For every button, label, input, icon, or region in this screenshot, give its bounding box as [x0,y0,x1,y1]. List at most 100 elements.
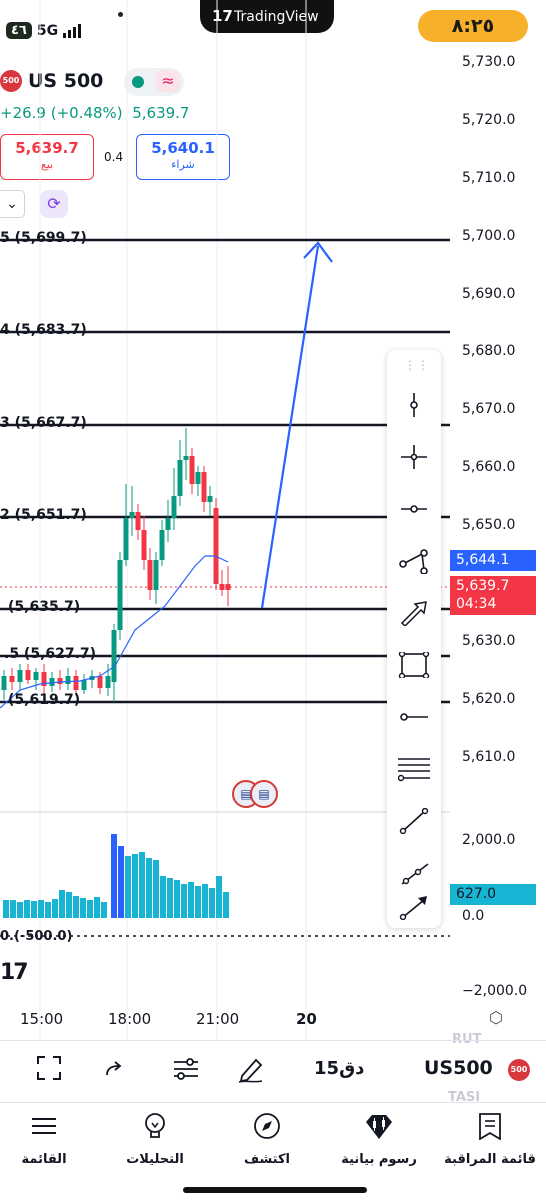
rectangle-tool[interactable] [387,640,441,690]
symbol-selector[interactable]: US500 [424,1057,493,1079]
fib-retracement-icon [398,758,430,782]
drawing-button[interactable] [236,1054,264,1088]
nav-menu[interactable]: القائمة [0,1112,92,1167]
candle-body [97,676,103,688]
candle-body [177,460,183,496]
watchlist-icon [479,1113,501,1141]
candle-body [141,530,147,560]
candle-body [9,676,15,682]
level-label: 5 (5,699.7) [0,230,87,246]
price-tick: 5,630.0 [462,633,516,649]
volume-bars [3,834,229,918]
volume-bar [118,846,124,918]
oscillator-tick: −2,000.0 [462,983,528,999]
candle-body [111,630,117,682]
candle-body [171,496,177,518]
candle-body [1,676,7,690]
us-flag-event-icon[interactable]: ▤ [250,780,278,808]
divider [0,1040,546,1041]
ideas-icon [145,1113,165,1138]
candle-body [153,560,159,590]
path-tool[interactable] [387,536,441,586]
home-indicator[interactable] [183,1187,367,1193]
candle-body [123,518,129,560]
candle-body [225,584,231,590]
level-label: 4 (5,683.7) [0,322,87,338]
candle-body [147,560,153,590]
volume-bar [125,856,131,918]
price-tick: 5,670.0 [462,401,516,417]
candle-body [135,512,141,530]
volume-bar [94,897,100,918]
candle-body [57,678,63,684]
nav-charts[interactable]: رسوم بيانية [331,1112,427,1167]
nav-watchlist[interactable]: قائمة المراقبة [442,1112,538,1167]
volume-bar [139,852,145,918]
nav-label: القائمة [21,1152,67,1167]
nav-label: قائمة المراقبة [444,1152,536,1167]
nav-ideas[interactable]: التحليلات [107,1112,203,1167]
ma-price-label: 5,644.1 [450,550,536,571]
drag-handle-icon[interactable]: ⋮⋮ [404,358,430,372]
volume-bar [52,899,58,918]
level-label: (5,619.7) [8,692,81,708]
volume-tick: 0.0 [462,908,485,924]
vertical-line-tool[interactable] [387,380,441,430]
candle-body [25,670,31,680]
volume-bar [195,886,201,918]
candle-body [159,530,165,560]
candle-body [201,472,207,502]
menu-icon [32,1118,56,1134]
volume-bar [111,834,117,918]
horizontal-levels[interactable] [0,238,450,704]
candle-body [33,672,39,680]
nav-explore[interactable]: اكتشف [219,1112,315,1167]
volume-bar [188,882,194,918]
candle-body [73,676,79,690]
volume-bar [3,900,9,918]
candle-body [183,456,189,460]
horizontal-ray-tool[interactable] [387,484,441,534]
horizontal-ray-icon [401,505,427,513]
pencil-icon [238,1058,263,1083]
nav-label: التحليلات [126,1152,184,1167]
horizontal-line-icon [400,713,428,721]
volume-bar [87,900,93,918]
price-tick: 5,730.0 [462,54,516,70]
fib-retracement-tool[interactable] [387,744,441,794]
volume-bar [73,896,79,918]
compass-icon [254,1113,280,1139]
cross-line-tool[interactable] [387,432,441,482]
volume-bar [209,888,215,918]
redo-icon [106,1061,122,1076]
redo-button[interactable] [104,1059,124,1083]
horizontal-line-tool[interactable] [387,692,441,742]
indicators-button[interactable] [172,1056,200,1086]
fullscreen-button[interactable] [36,1055,62,1085]
interval-selector[interactable]: 15دق [314,1058,364,1079]
volume-bar [45,902,51,918]
price-tick: 5,610.0 [462,749,516,765]
trend-line-tool[interactable] [387,796,441,846]
arrow-marker-tool[interactable] [387,882,441,926]
candle-body [81,680,87,690]
volume-bar [202,884,208,918]
divider [0,1102,546,1103]
nav-label: رسوم بيانية [341,1152,417,1167]
sliders-icon [174,1058,198,1080]
settings-icon[interactable]: ⬡ [489,1008,503,1027]
candle-body [165,518,171,530]
volume-bar [216,876,222,918]
arrow-tool[interactable] [387,588,441,638]
level-label: 3 (5,667.7) [0,415,87,431]
price-tick: 5,650.0 [462,517,516,533]
symbol-logo: 500 [508,1059,530,1081]
volume-tick: 2,000.0 [462,832,516,848]
time-tick: 15:00 [20,1010,64,1028]
arrow-marker-icon [399,896,427,920]
candle-body [65,676,71,684]
drawing-toolbar: ⋮⋮ [387,350,441,928]
volume-bar [132,854,138,918]
rectangle-icon [398,652,430,678]
time-tick: 21:00 [196,1010,240,1028]
